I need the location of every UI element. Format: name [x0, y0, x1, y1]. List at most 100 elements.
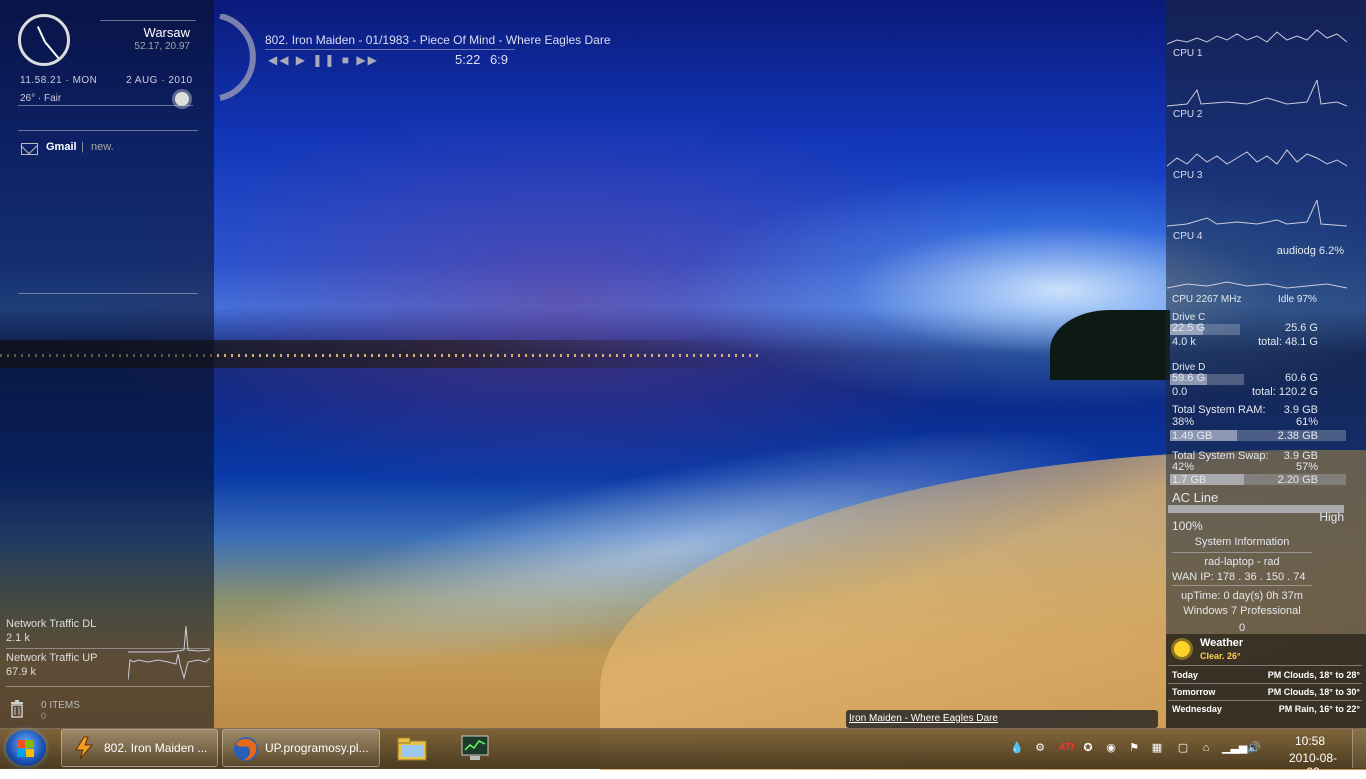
clock-weather: 26° · Fair	[20, 93, 62, 104]
sysinfo-divider-1	[1172, 552, 1312, 553]
cpu4-label: CPU 4	[1173, 231, 1203, 242]
ati-icon[interactable]: ATI	[1056, 741, 1076, 755]
sysinfo-divider-2	[1172, 585, 1312, 586]
colorful-app-icon[interactable]: ▦	[1150, 741, 1164, 755]
ram-label: Total System RAM:	[1172, 404, 1266, 416]
usb-tray-icon[interactable]: ⌂	[1199, 741, 1213, 755]
sysinfo-host: rad-laptop - rad	[1204, 556, 1280, 568]
player-track-title[interactable]: 802. Iron Maiden - 01/1983 - Piece Of Mi…	[265, 33, 611, 47]
now-playing-notification[interactable]: Iron Maiden - Where Eagles Dare	[846, 710, 1158, 728]
cpu2-graph	[1167, 80, 1347, 107]
trash-icon[interactable]	[10, 700, 24, 718]
sysinfo-title: System Information	[1194, 536, 1290, 548]
ram-used: 1.49 GB	[1172, 430, 1213, 442]
taskbar-button-firefox[interactable]: UP.programosy.pl...	[222, 729, 380, 767]
network-tray-icon[interactable]: ⚙	[1033, 741, 1047, 755]
cpu1-label: CPU 1	[1173, 48, 1203, 59]
drive-c-total: total: 48.1 G	[1258, 336, 1318, 348]
taskbar-button-label: 802. Iron Maiden ...	[104, 741, 208, 755]
water-drop-icon[interactable]: 💧	[1010, 741, 1024, 755]
drive-c-io: 4.0 k	[1172, 336, 1196, 348]
show-desktop-button[interactable]	[1352, 729, 1366, 768]
sun-icon	[1174, 641, 1190, 657]
weather-divider-1	[1168, 665, 1362, 666]
mail-icon[interactable]	[21, 143, 38, 155]
sysinfo-wan: WAN IP: 178 . 36 . 150 . 74	[1172, 571, 1306, 583]
sysinfo-uptime: upTime: 0 day(s) 0h 37m	[1181, 590, 1303, 602]
player-arc-icon	[219, 14, 256, 101]
top-process: audiodg 6.2%	[1276, 245, 1344, 257]
notification-text[interactable]: Iron Maiden - Where Eagles Dare	[849, 713, 998, 724]
windows-logo-icon	[17, 740, 25, 748]
swap-free-pct: 57%	[1295, 461, 1318, 473]
gmail-label[interactable]: Gmail	[46, 141, 77, 153]
power-percent: 100%	[1172, 519, 1203, 533]
ram-total: 3.9 GB	[1283, 404, 1318, 416]
monitor-app-icon[interactable]	[459, 733, 491, 763]
sun-icon	[175, 92, 189, 106]
sysinfo-os: Windows 7 Professional	[1183, 605, 1301, 617]
network-bottom-divider	[6, 686, 210, 687]
signal-bars-icon[interactable]: ▁▃▅	[1222, 741, 1247, 755]
disc-tray-icon[interactable]: ◉	[1104, 741, 1118, 755]
drive-d-io: 0.0	[1172, 386, 1188, 398]
recycle-size: 0	[41, 711, 47, 721]
swap-used: 1.7 GB	[1172, 474, 1207, 486]
cpu-frequency: CPU 2267 MHz	[1172, 294, 1242, 305]
tray-clock-date[interactable]: 2010-08-02	[1284, 751, 1342, 779]
weather-divider-3	[1168, 700, 1362, 701]
cpu-total-graph	[1167, 281, 1347, 289]
network-up-value: 67.9 k	[6, 666, 36, 678]
swap-used-pct: 42%	[1172, 461, 1195, 473]
clock-underline	[18, 105, 193, 106]
power-level: High	[1319, 510, 1344, 524]
cpu-idle: Idle 97%	[1278, 294, 1317, 305]
volume-icon[interactable]: 🔊	[1247, 741, 1261, 755]
clock-time: 11.58.21 · MON	[20, 75, 98, 86]
drive-d-total: total: 120.2 G	[1251, 386, 1318, 398]
network-dl-label: Network Traffic DL	[6, 618, 97, 630]
drive-c-used: 22.5 G	[1172, 322, 1206, 334]
cpu3-label: CPU 3	[1173, 170, 1203, 181]
clock-date: 2 AUG · 2010	[126, 75, 193, 86]
cpu2-label: CPU 2	[1173, 109, 1203, 120]
firefox-icon	[234, 737, 258, 761]
drive-d-free: 60.6 G	[1284, 372, 1318, 384]
clock-city: Warsaw	[143, 25, 190, 40]
weather-condition: Clear. 26°	[1200, 651, 1241, 661]
taskbar-button-winamp[interactable]: 802. Iron Maiden ...	[61, 729, 218, 767]
cpu1-graph	[1167, 29, 1347, 45]
cpu3-graph	[1167, 149, 1347, 167]
sysinfo-extra: 0	[1238, 622, 1246, 634]
device-tray-icon[interactable]: ▢	[1176, 741, 1190, 755]
player-controls[interactable]: ◀◀ ▶ ❚❚ ■ ▶▶	[268, 53, 379, 67]
weather-divider-2	[1168, 683, 1362, 684]
tray-clock-time[interactable]: 10:58	[1284, 734, 1336, 748]
wallpaper-headland	[1050, 310, 1170, 380]
explorer-folder-icon[interactable]	[396, 733, 428, 763]
swap-free: 2.20 GB	[1277, 474, 1318, 486]
drive-c-free: 25.6 G	[1284, 322, 1318, 334]
cpu4-graph	[1167, 200, 1347, 227]
gmail-bottom-divider	[18, 293, 198, 294]
network-up-label: Network Traffic UP	[6, 652, 98, 664]
network-divider	[6, 648, 210, 649]
analog-clock-icon	[18, 14, 70, 66]
clock-divider	[100, 20, 196, 21]
taskbar-button-label: UP.programosy.pl...	[265, 741, 369, 755]
clock-coords: 52.17, 20.97	[134, 41, 190, 52]
network-up-graph	[128, 653, 210, 681]
ram-free: 2.38 GB	[1277, 430, 1318, 442]
gmail-separator: |	[81, 141, 84, 153]
start-button[interactable]	[6, 730, 46, 766]
drive-d-used: 59.6 G	[1172, 372, 1206, 384]
gmail-top-divider	[18, 130, 198, 131]
player-progress-line	[265, 49, 515, 50]
recycle-count: 0 ITEMS	[41, 700, 80, 711]
shield-tray-icon[interactable]: ✪	[1081, 741, 1095, 755]
ram-free-pct: 61%	[1295, 416, 1318, 428]
network-dl-value: 2.1 k	[6, 632, 30, 644]
action-center-flag-icon[interactable]: ⚑	[1127, 741, 1141, 755]
winamp-icon	[75, 736, 94, 760]
power-source: AC Line	[1172, 490, 1219, 505]
